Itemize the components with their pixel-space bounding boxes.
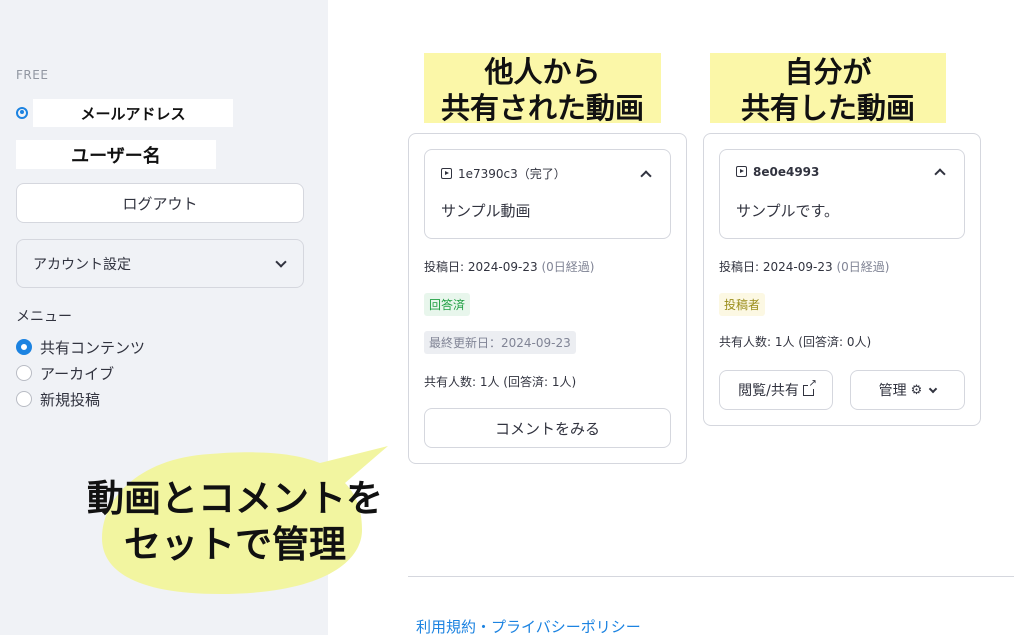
video-expander[interactable]: 1e7390c3（完了） サンプル動画 bbox=[424, 149, 671, 239]
email-display: メールアドレス bbox=[33, 99, 233, 127]
user-icon bbox=[16, 107, 28, 119]
chevron-up-icon bbox=[934, 168, 946, 180]
chevron-down-icon bbox=[275, 255, 287, 268]
elapsed-days: (0日経過) bbox=[541, 260, 595, 274]
video-description: サンプル動画 bbox=[441, 202, 531, 220]
callout-line-2: セットで管理 bbox=[124, 523, 346, 566]
account-settings-label: アカウント設定 bbox=[33, 256, 131, 273]
radio-selected-icon bbox=[16, 339, 32, 355]
last-updated-badge: 最終更新日：2024-09-23 bbox=[424, 331, 576, 354]
plan-label: FREE bbox=[16, 68, 49, 82]
shared-count: 共有人数: 1人 (回答済: 1人) bbox=[424, 375, 577, 389]
elapsed-days: (0日経過) bbox=[836, 260, 890, 274]
expander-header: 8e0e4993 bbox=[736, 165, 946, 180]
headline-line: 共有した動画 bbox=[740, 91, 915, 125]
email-row: メールアドレス bbox=[16, 99, 233, 127]
logout-button[interactable]: ログアウト bbox=[16, 183, 304, 223]
manage-label: 管理 bbox=[878, 383, 907, 399]
status-badge: 回答済 bbox=[424, 293, 471, 316]
menu-item-label: 新規投稿 bbox=[40, 390, 101, 409]
video-description: サンプルです。 bbox=[736, 202, 840, 220]
shared-count: 共有人数: 1人 (回答済: 0人) bbox=[719, 335, 872, 349]
video-icon bbox=[736, 166, 747, 177]
role-badge: 投稿者 bbox=[719, 293, 766, 316]
posted-date: 投稿日: 2024-09-23 (0日経過) bbox=[719, 260, 890, 274]
chevron-down-icon bbox=[929, 384, 938, 393]
view-comments-button[interactable]: コメントをみる bbox=[424, 408, 671, 448]
menu-item-label: 共有コンテンツ bbox=[40, 338, 146, 357]
chevron-up-icon bbox=[640, 169, 652, 182]
menu-item-archive[interactable]: アーカイブ bbox=[16, 360, 145, 386]
radio-unselected-icon bbox=[16, 391, 32, 407]
headline-received: 他人から 共有された動画 bbox=[424, 53, 661, 125]
view-share-label: 閲覧/共有 bbox=[738, 383, 799, 399]
posted-date: 投稿日: 2024-09-23 (0日経過) bbox=[424, 260, 595, 274]
menu-label: メニュー bbox=[16, 309, 72, 325]
radio-unselected-icon bbox=[16, 365, 32, 381]
expander-header: 1e7390c3（完了） bbox=[441, 165, 652, 182]
account-settings-expander[interactable]: アカウント設定 bbox=[16, 239, 304, 288]
menu-radio-group: 共有コンテンツ アーカイブ 新規投稿 bbox=[16, 334, 145, 412]
username-display: ユーザー名 bbox=[16, 140, 216, 169]
callout-text: 動画とコメントを セットで管理 bbox=[70, 476, 400, 568]
menu-item-shared[interactable]: 共有コンテンツ bbox=[16, 334, 145, 360]
video-card-shared: 8e0e4993 サンプルです。 投稿日: 2024-09-23 (0日経過) … bbox=[703, 133, 981, 426]
callout-line-1: 動画とコメントを bbox=[87, 477, 383, 520]
menu-item-label: アーカイブ bbox=[40, 364, 115, 383]
menu-item-new-post[interactable]: 新規投稿 bbox=[16, 386, 145, 412]
headline-line: 自分が bbox=[784, 55, 872, 89]
view-share-button[interactable]: 閲覧/共有 bbox=[719, 370, 833, 410]
external-link-icon bbox=[802, 378, 817, 396]
headline-shared: 自分が 共有した動画 bbox=[710, 53, 946, 125]
terms-privacy-link[interactable]: 利用規約・プライバシーポリシー bbox=[416, 616, 641, 637]
video-card-received: 1e7390c3（完了） サンプル動画 投稿日: 2024-09-23 (0日経… bbox=[408, 133, 687, 464]
footer-divider bbox=[408, 576, 1014, 577]
gear-icon: ⚙ bbox=[910, 382, 923, 398]
video-id: 8e0e4993 bbox=[753, 165, 820, 179]
video-id: 1e7390c3（完了） bbox=[458, 167, 566, 181]
video-icon bbox=[441, 168, 452, 179]
headline-line: 共有された動画 bbox=[440, 91, 644, 125]
manage-button[interactable]: 管理 ⚙ bbox=[850, 370, 965, 410]
headline-line: 他人から bbox=[484, 55, 601, 89]
video-expander[interactable]: 8e0e4993 サンプルです。 bbox=[719, 149, 965, 239]
